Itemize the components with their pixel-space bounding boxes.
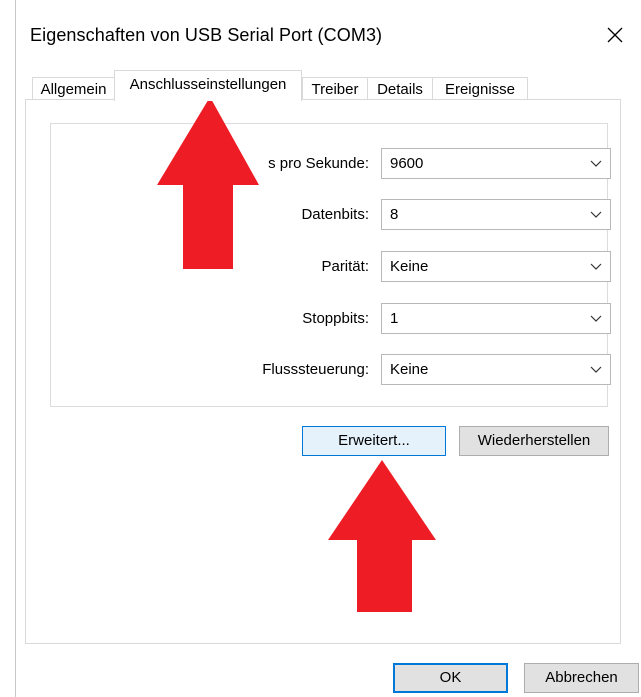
parity-value: Keine — [390, 258, 429, 275]
ok-button-label: OK — [439, 669, 462, 686]
tab-treiber[interactable]: Treiber — [302, 77, 368, 100]
close-button[interactable] — [598, 18, 632, 52]
cancel-button-label: Abbrechen — [545, 669, 618, 686]
chevron-down-icon — [590, 315, 602, 322]
restore-defaults-label: Wiederherstellen — [477, 432, 591, 449]
bits-per-second-label: s pro Sekunde: — [268, 155, 369, 172]
parity-label: Parität: — [321, 258, 369, 275]
tab-details[interactable]: Details — [367, 77, 433, 100]
stop-bits-select[interactable]: 1 — [381, 303, 611, 334]
tab-panel-anschlusseinstellungen: s pro Sekunde: 9600 Datenbits: 8 Parität… — [25, 99, 621, 644]
data-bits-value: 8 — [390, 206, 399, 223]
chevron-down-icon — [590, 211, 602, 218]
flow-control-value: Keine — [390, 361, 429, 378]
stop-bits-label: Stoppbits: — [302, 310, 369, 327]
tab-label: Treiber — [311, 81, 359, 98]
tab-anschlusseinstellungen[interactable]: Anschlusseinstellungen — [114, 70, 302, 101]
advanced-button[interactable]: Erweitert... — [302, 426, 446, 456]
chevron-down-icon — [590, 160, 602, 167]
data-bits-select[interactable]: 8 — [381, 199, 611, 230]
tab-label: Details — [377, 81, 423, 98]
tab-label: Anschlusseinstellungen — [129, 76, 287, 93]
close-icon — [607, 27, 623, 43]
bits-per-second-value: 9600 — [390, 155, 424, 172]
port-settings-group: s pro Sekunde: 9600 Datenbits: 8 Parität… — [50, 123, 611, 407]
annotation-arrow-up-icon — [328, 460, 436, 612]
ok-button[interactable]: OK — [393, 663, 508, 693]
tab-label: Allgemein — [40, 81, 107, 98]
tab-label: Ereignisse — [444, 81, 516, 98]
data-bits-label: Datenbits: — [301, 206, 369, 223]
window-title: Eigenschaften von USB Serial Port (COM3) — [30, 25, 383, 45]
annotation-arrow-up-icon — [157, 97, 259, 269]
advanced-button-label: Erweitert... — [338, 432, 410, 449]
tab-ereignisse[interactable]: Ereignisse — [432, 77, 528, 100]
stop-bits-value: 1 — [390, 310, 399, 327]
parity-select[interactable]: Keine — [381, 251, 611, 282]
chevron-down-icon — [590, 263, 602, 270]
tab-allgemein[interactable]: Allgemein — [32, 77, 115, 100]
flow-control-select[interactable]: Keine — [381, 354, 611, 385]
flow-control-label: Flusssteuerung: — [262, 361, 369, 378]
chevron-down-icon — [590, 366, 602, 373]
cancel-button[interactable]: Abbrechen — [524, 663, 639, 693]
bits-per-second-select[interactable]: 9600 — [381, 148, 611, 179]
restore-defaults-button[interactable]: Wiederherstellen — [459, 426, 609, 456]
title-bar: Eigenschaften von USB Serial Port (COM3) — [16, 0, 641, 64]
